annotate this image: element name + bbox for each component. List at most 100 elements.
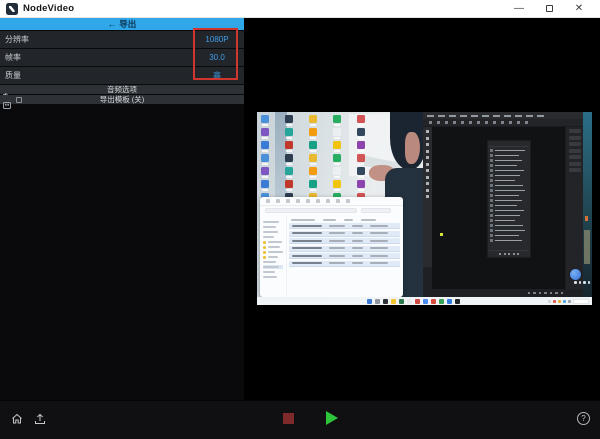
explorer-toolbar (260, 197, 403, 206)
menu-item-bar (460, 114, 467, 117)
file-size-bar (370, 247, 388, 249)
file-type-bar (352, 239, 363, 242)
taskbar-tray (548, 298, 589, 304)
layer-visibility-checkbox (490, 149, 493, 152)
layer-row (490, 174, 528, 178)
layer-row (490, 214, 528, 218)
desktop-icon (309, 180, 317, 191)
layer-row (490, 179, 528, 183)
export-back-header[interactable]: ← 导出 (0, 18, 244, 30)
maximize-button[interactable] (534, 0, 564, 18)
panel-footer-icon (499, 252, 501, 255)
layer-visibility-checkbox (490, 239, 493, 242)
tool-icon (426, 136, 429, 140)
nav-item (263, 270, 283, 274)
panel-footer-icon (503, 252, 506, 255)
desktop-icon (333, 141, 341, 152)
layer-row (490, 204, 528, 208)
column-header-bar (361, 219, 376, 221)
taskbar-app-icon (455, 298, 460, 304)
taskbar-app-icon (367, 298, 372, 304)
toolbar-chip (266, 199, 270, 203)
nav-label-bar (268, 251, 283, 253)
quality-label: 质量 (5, 71, 21, 80)
file-date-bar (329, 224, 345, 227)
nav-label-bar (263, 236, 274, 238)
assistant-dot (574, 281, 577, 284)
minimize-button[interactable]: — (504, 0, 534, 18)
export-upload-button[interactable] (33, 412, 47, 429)
layer-row (490, 224, 528, 228)
layer-visibility-checkbox (490, 224, 493, 227)
status-icon (549, 291, 552, 295)
toolbar-icon (429, 121, 432, 124)
layer-name-bar (494, 159, 522, 162)
layer-visibility-checkbox (490, 154, 493, 157)
tool-icon (426, 188, 429, 192)
taskbar-clock (573, 298, 589, 304)
menu-item-bar (526, 114, 533, 117)
setting-row-quality[interactable]: 质量 高 (0, 67, 244, 84)
assistant-dot (583, 281, 586, 284)
desktop-icon (357, 115, 365, 126)
desktop-icon-grid (261, 115, 377, 206)
taskbar-app-icon (407, 298, 412, 304)
file-name-bar (292, 262, 322, 264)
help-button[interactable]: ? (577, 412, 590, 425)
assistant-dot (578, 281, 581, 284)
status-icon (527, 291, 530, 295)
desktop-icon (285, 154, 293, 165)
transport-bar: ? (0, 400, 600, 439)
framerate-label: 帧率 (5, 53, 21, 62)
layer-name-bar (494, 234, 519, 237)
file-row (289, 260, 400, 267)
layer-visibility-checkbox (490, 194, 493, 197)
layer-row (490, 219, 528, 223)
desktop-icon (309, 167, 317, 178)
close-button[interactable]: ✕ (564, 0, 594, 18)
desktop-icon (333, 128, 341, 139)
desktop-icon (285, 167, 293, 178)
taskbar-app-icon (399, 298, 404, 304)
toolbar-icon (525, 121, 528, 124)
stop-button[interactable] (283, 413, 294, 424)
layer-visibility-checkbox (490, 169, 493, 172)
desktop-icon (285, 141, 293, 152)
nav-item (263, 260, 283, 264)
desktop-icon (333, 115, 341, 126)
layer-row (490, 229, 528, 233)
layer-name-bar (494, 184, 523, 187)
nav-label-bar (263, 221, 279, 223)
toolbar-icon (477, 121, 480, 124)
tool-icon (426, 162, 429, 166)
layer-name-bar (494, 164, 517, 167)
file-size-bar (370, 262, 388, 264)
menu-item-bar (449, 114, 456, 117)
setting-row-framerate[interactable]: 帧率 30.0 (0, 49, 244, 66)
layer-row (490, 154, 528, 158)
panel-footer-icon (508, 252, 510, 255)
audio-options-row[interactable]: 音频选项 (0, 85, 244, 99)
template-checkbox[interactable] (16, 96, 22, 103)
editor-right-panel (565, 127, 583, 289)
nav-item (263, 230, 283, 234)
layer-name-bar (494, 229, 525, 232)
home-button[interactable] (10, 412, 24, 429)
right-panel-row (568, 135, 581, 140)
folder-icon (263, 255, 266, 259)
menu-item-bar (504, 114, 511, 117)
tool-icon (426, 182, 429, 185)
file-type-bar (352, 262, 363, 264)
setting-row-resolution[interactable]: 分辨率 1080P (0, 31, 244, 48)
editor-app-window (423, 112, 583, 297)
export-template-row[interactable]: 导出模板 (关) (0, 95, 244, 109)
desktop-icon (333, 154, 341, 165)
file-row (289, 245, 400, 252)
maximize-icon (545, 5, 553, 12)
layer-row (490, 169, 528, 173)
layers-panel (487, 140, 531, 258)
back-arrow-icon: ← (107, 19, 117, 29)
file-size-bar (370, 232, 388, 234)
toolbar-icon (517, 121, 520, 124)
play-button[interactable] (326, 411, 338, 425)
